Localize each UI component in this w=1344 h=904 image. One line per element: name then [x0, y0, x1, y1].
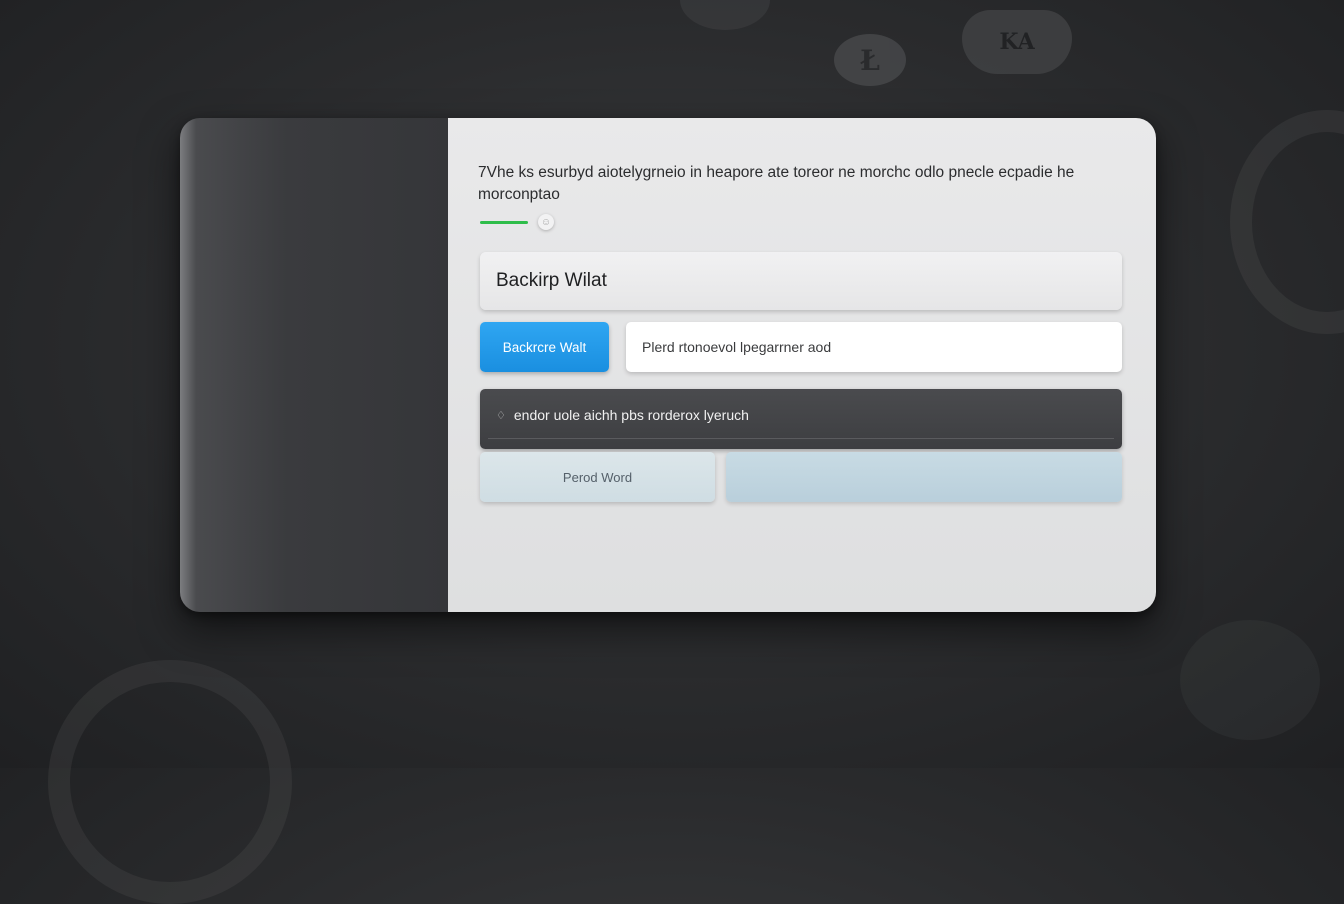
- dialog-window: 7Vhe ks esurbyd aiotelygrneio in heapore…: [180, 118, 1156, 612]
- sidebar-panel: [180, 118, 448, 612]
- primary-action-button[interactable]: Backrcre Walt: [480, 322, 609, 372]
- text-input-field[interactable]: [626, 322, 1122, 372]
- highlight-panel[interactable]: [726, 452, 1122, 502]
- decor-ring-right: [1230, 110, 1344, 334]
- secondary-action-button[interactable]: Perod Word: [480, 452, 715, 502]
- info-bar-divider: [488, 438, 1114, 439]
- progress-indicator: ☺: [480, 214, 554, 230]
- action-row: Backrcre Walt: [480, 322, 1122, 372]
- diamond-icon: ♢: [496, 410, 506, 422]
- dialog-content: 7Vhe ks esurbyd aiotelygrneio in heapore…: [448, 118, 1156, 612]
- bottom-row: Perod Word: [480, 452, 1122, 502]
- progress-fill: [480, 220, 528, 224]
- title-field[interactable]: Backirp Wilat: [480, 252, 1122, 310]
- info-bar-text: endor uole aichh pbs rorderox lyeruch: [513, 407, 749, 423]
- loading-spinner-icon: ☺: [538, 214, 554, 230]
- progress-track: [480, 220, 528, 224]
- decor-blob-top: [680, 0, 770, 30]
- decor-blob-bottom: [1180, 620, 1320, 740]
- info-bar[interactable]: ♢ endor uole aichh pbs rorderox lyeruch: [480, 389, 1122, 449]
- dialog-description: 7Vhe ks esurbyd aiotelygrneio in heapore…: [478, 164, 1075, 203]
- decor-badge-left: Ł: [834, 34, 906, 86]
- decor-ring-bottom-left: [48, 660, 292, 904]
- decor-badge-right: KA: [962, 10, 1072, 74]
